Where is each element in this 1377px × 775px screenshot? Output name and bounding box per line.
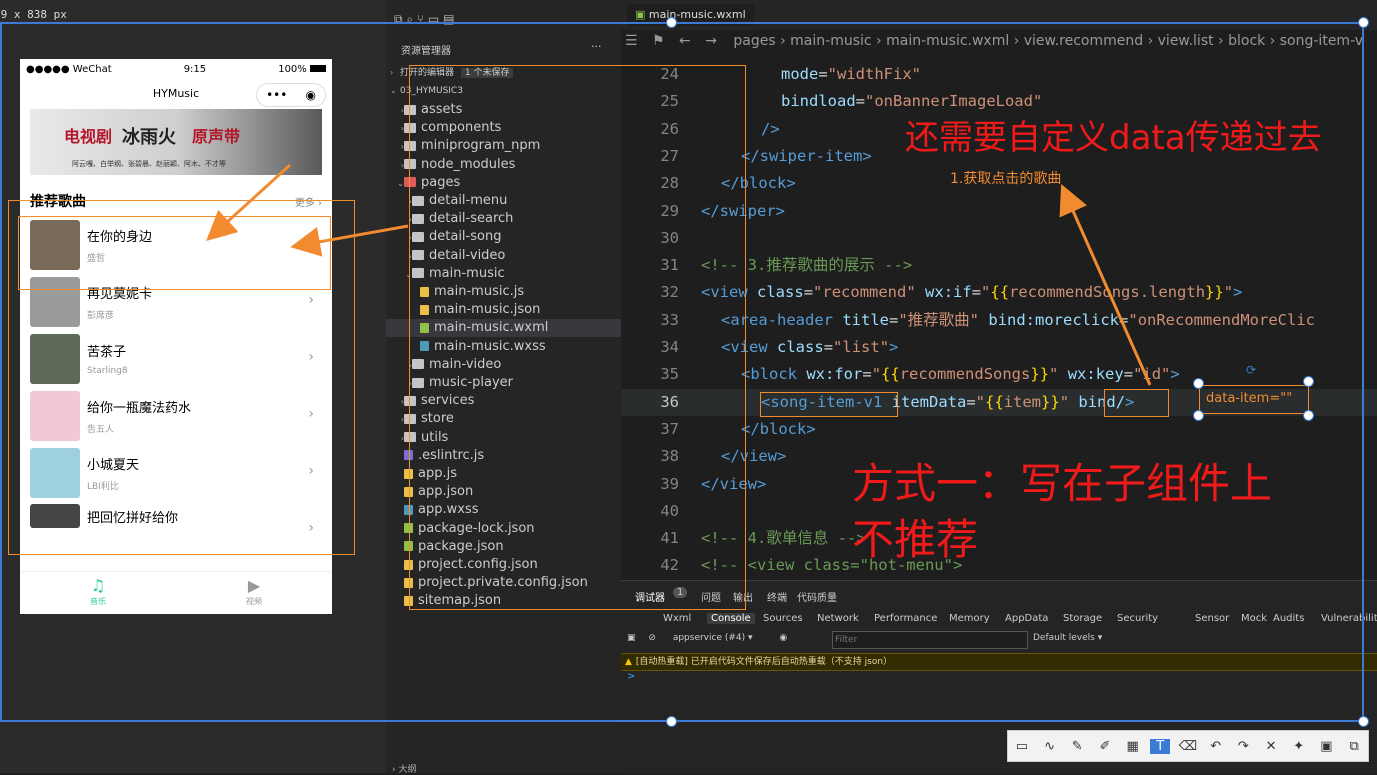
frame-handle-right-top[interactable] <box>1358 17 1369 28</box>
first-song-box <box>18 216 331 290</box>
drawing-toolbar: ▭ ∿ ✎ ✐ ▦ T ⌫ ↶ ↷ ✕ ✦ ▣ ⧉ <box>1007 730 1369 762</box>
pen-tool-icon[interactable]: ✎ <box>1067 739 1087 754</box>
pin-icon[interactable]: ✦ <box>1289 739 1309 754</box>
annotation-method-one: 方式一：写在子组件上 <box>852 459 1273 508</box>
outline-section[interactable]: › 大纲 <box>392 762 416 775</box>
capture-size-label: 59 x 838 px <box>0 8 67 21</box>
curve-tool-icon[interactable]: ∿ <box>1040 739 1060 754</box>
mosaic-tool-icon[interactable]: ▦ <box>1123 739 1143 754</box>
save-icon[interactable]: ▣ <box>1316 739 1336 754</box>
textbox-handle-br[interactable] <box>1303 410 1314 421</box>
song-item-tag-box <box>760 392 898 417</box>
frame-handle-right[interactable] <box>1358 716 1369 727</box>
annotation-get-song: 1.获取点击的歌曲 <box>950 171 1062 187</box>
textbox-handle-bl[interactable] <box>1193 410 1204 421</box>
annotation-need-data: 还需要自定义data传递过去 <box>905 118 1322 158</box>
undo-icon[interactable]: ↶ <box>1206 739 1226 754</box>
textbox-handle-tl[interactable] <box>1193 378 1204 389</box>
text-tool-icon[interactable]: T <box>1150 738 1171 754</box>
rotate-handle-icon[interactable]: ⟳ <box>1246 363 1256 377</box>
marker-tool-icon[interactable]: ✐ <box>1095 739 1115 754</box>
redo-icon[interactable]: ↷ <box>1233 739 1253 754</box>
frame-handle-top[interactable] <box>666 17 677 28</box>
wxml-file-icon: ▣ <box>635 8 646 21</box>
bind-box <box>1104 389 1169 417</box>
frame-handle-bottom[interactable] <box>666 716 677 727</box>
rect-tool-icon[interactable]: ▭ <box>1012 739 1032 754</box>
data-item-text: data-item="" <box>1206 391 1293 406</box>
copy-icon[interactable]: ⧉ <box>1344 739 1364 754</box>
eraser-tool-icon[interactable]: ⌫ <box>1178 739 1198 754</box>
textbox-handle-tr[interactable] <box>1303 376 1314 387</box>
explorer-box <box>409 65 746 610</box>
cancel-icon[interactable]: ✕ <box>1261 739 1281 754</box>
annotation-not-recommended: 不推荐 <box>852 515 979 564</box>
